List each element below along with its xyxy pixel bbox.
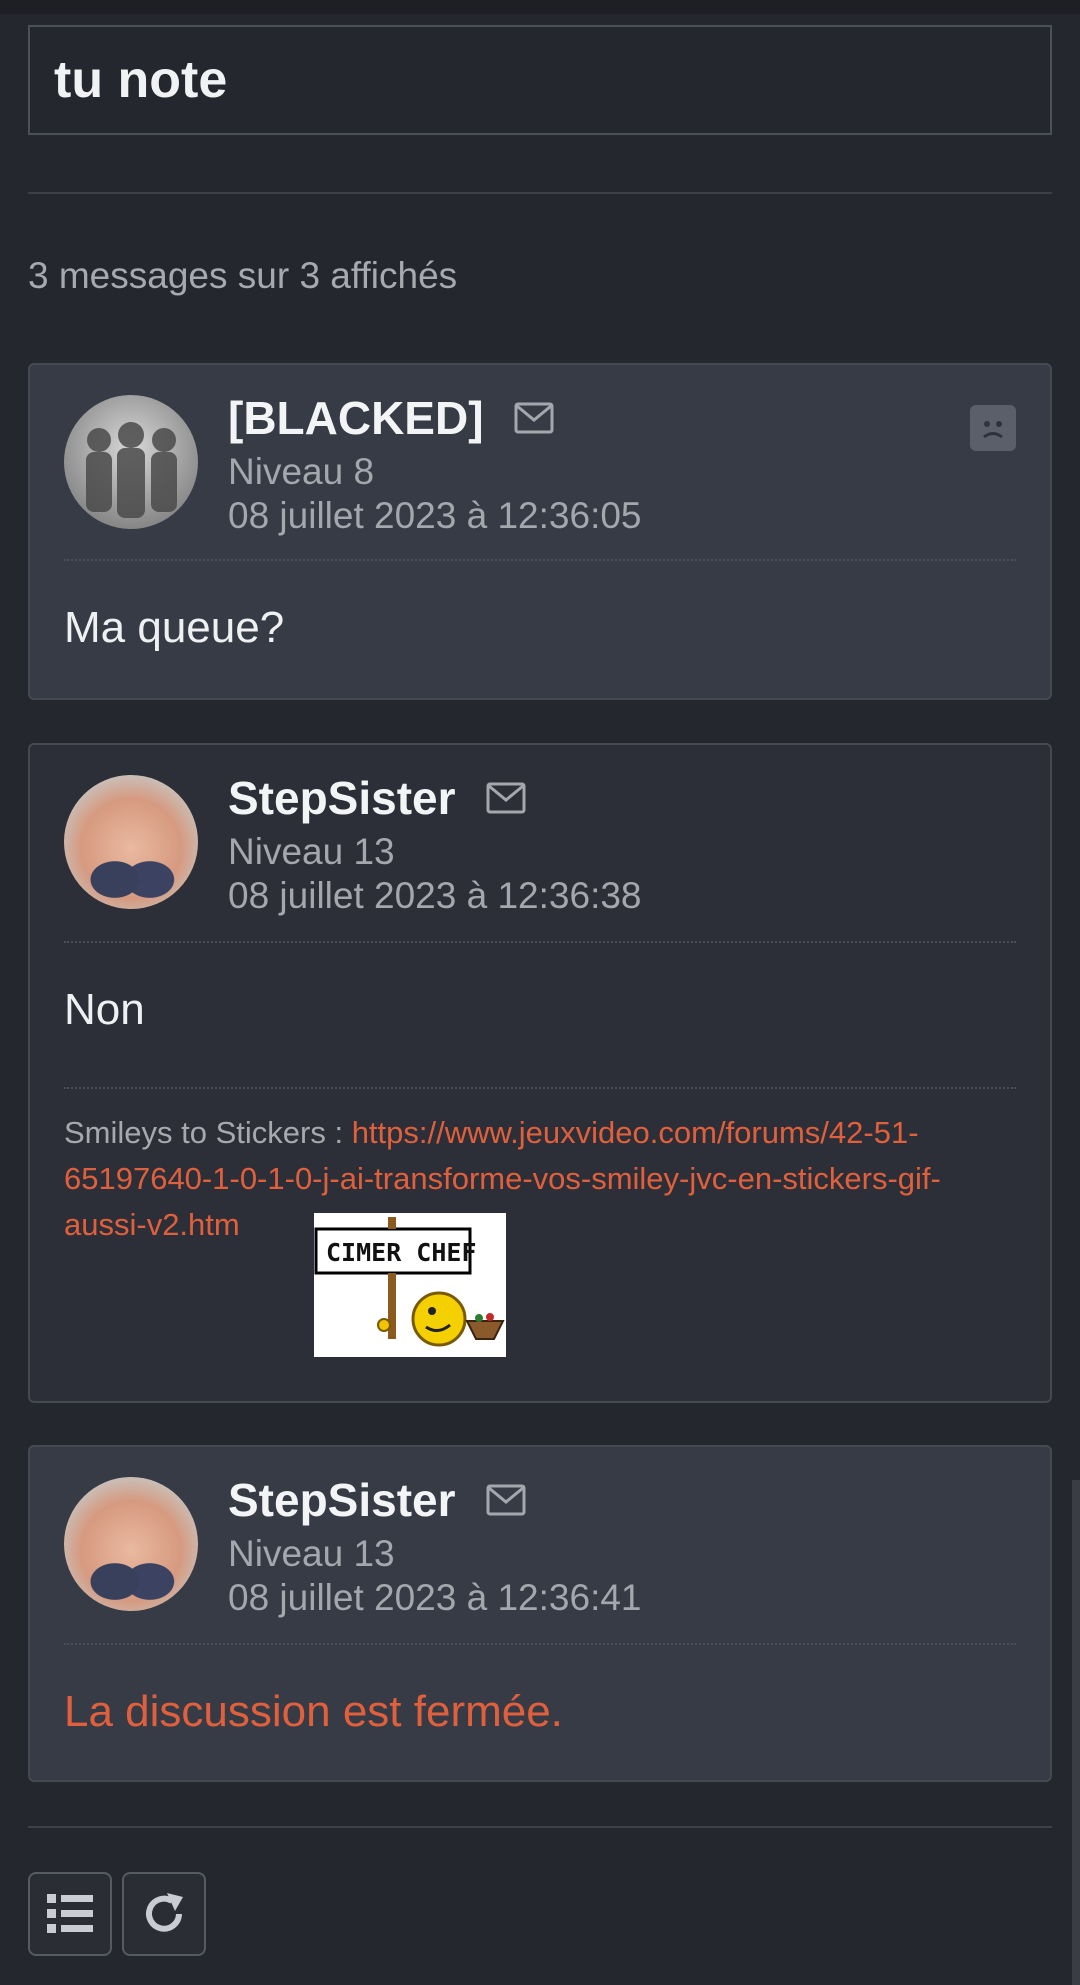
message-date[interactable]: 08 juillet 2023 à 12:36:05: [228, 495, 642, 537]
sad-face-icon[interactable]: [970, 405, 1016, 451]
avatar[interactable]: [64, 1477, 198, 1611]
message-date[interactable]: 08 juillet 2023 à 12:36:41: [228, 1577, 642, 1619]
scrollbar[interactable]: [1072, 1480, 1080, 1985]
author-label[interactable]: StepSister: [228, 771, 456, 825]
mail-icon[interactable]: [486, 1484, 526, 1516]
separator: [64, 1643, 1016, 1645]
divider: [28, 1826, 1052, 1828]
divider: [28, 192, 1052, 194]
list-icon: [47, 1894, 93, 1933]
message-content: Non: [64, 985, 145, 1034]
refresh-button[interactable]: [122, 1872, 206, 1956]
author-level: Niveau 13: [228, 1533, 395, 1574]
author-label[interactable]: [BLACKED]: [228, 391, 484, 445]
author-label[interactable]: StepSister: [228, 1473, 456, 1527]
message-count: 3 messages sur 3 affichés: [28, 255, 458, 296]
list-button[interactable]: [28, 1872, 112, 1956]
avatar[interactable]: [64, 395, 198, 529]
mail-icon[interactable]: [486, 782, 526, 814]
avatar[interactable]: [64, 775, 198, 909]
message-card: [BLACKED] Niveau 8 08 juillet 2023 à 12:…: [28, 363, 1052, 700]
author-name[interactable]: [BLACKED]: [228, 391, 554, 445]
top-bar: [0, 0, 1080, 14]
separator: [64, 941, 1016, 943]
signature-separator: [64, 1087, 1016, 1089]
message-content: Ma queue?: [64, 603, 285, 652]
cimer-chef-sticker: CIMER CHEF: [314, 1213, 506, 1357]
author-name[interactable]: StepSister: [228, 1473, 526, 1527]
separator: [64, 559, 1016, 561]
topic-title: tu note: [28, 25, 1052, 135]
message-date[interactable]: 08 juillet 2023 à 12:36:38: [228, 875, 642, 917]
sticker-text: CIMER CHEF: [326, 1238, 477, 1267]
author-name[interactable]: StepSister: [228, 771, 526, 825]
mail-icon[interactable]: [514, 402, 554, 434]
author-level: Niveau 8: [228, 451, 375, 492]
signature: Smileys to Stickers : https://www.jeuxvi…: [64, 1110, 1016, 1248]
message-card: StepSister Niveau 13 08 juillet 2023 à 1…: [28, 743, 1052, 1403]
signature-prefix: Smileys to Stickers :: [64, 1115, 352, 1150]
message-card: StepSister Niveau 13 08 juillet 2023 à 1…: [28, 1445, 1052, 1782]
refresh-icon: [146, 1893, 183, 1932]
closed-notice: La discussion est fermée.: [64, 1687, 563, 1736]
author-level: Niveau 13: [228, 831, 395, 872]
